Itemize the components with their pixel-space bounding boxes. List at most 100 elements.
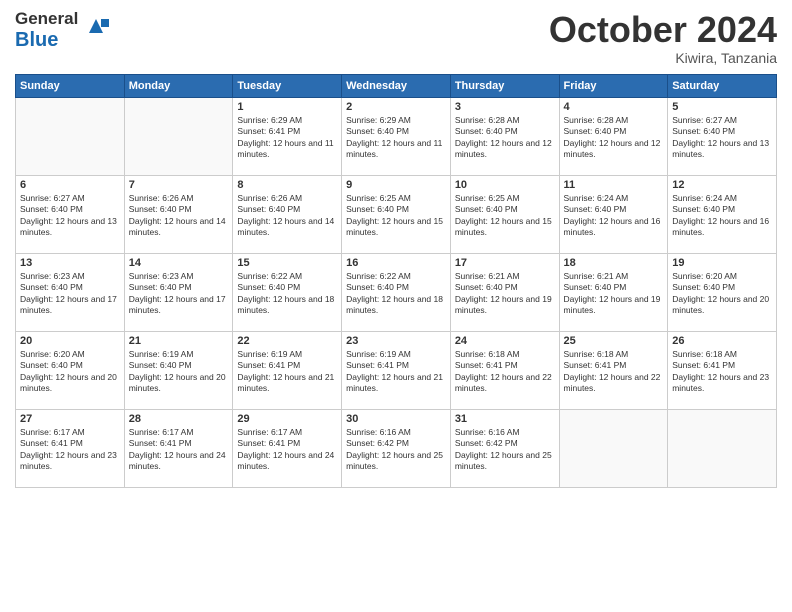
daylight-text: Daylight: 12 hours and 22 minutes. — [455, 372, 555, 395]
cell-w3-d6: 18 Sunrise: 6:21 AMSunset: 6:40 PMDayligh… — [559, 253, 668, 331]
sunrise-text: Sunrise: 6:18 AM — [672, 349, 772, 360]
sunset-text: Sunset: 6:41 PM — [20, 438, 120, 449]
sunset-text: Sunset: 6:40 PM — [672, 126, 772, 137]
sunrise-text: Sunrise: 6:22 AM — [346, 271, 446, 282]
day-info: Sunrise: 6:28 AMSunset: 6:40 PMDaylight:… — [455, 115, 555, 161]
col-monday: Monday — [124, 74, 233, 97]
cell-w4-d3: 22 Sunrise: 6:19 AMSunset: 6:41 PMDayligh… — [233, 331, 342, 409]
cell-w4-d6: 25Sunrise: 6:18 AMSunset: 6:41 PMDayligh… — [559, 331, 668, 409]
sunrise-text: Sunrise: 6:16 AM — [455, 427, 555, 438]
day-info: Sunrise: 6:20 AMSunset: 6:40 PMDaylight:… — [672, 271, 772, 317]
sunrise-text: Sunrise: 6:17 AM — [129, 427, 229, 438]
daylight-text: Daylight: 12 hours and 13 minutes. — [672, 138, 772, 161]
day-info: Sunrise: 6:29 AMSunset: 6:40 PMDaylight:… — [346, 115, 446, 161]
col-saturday: Saturday — [668, 74, 777, 97]
day-number: 9 — [346, 179, 446, 191]
day-number: 12 — [672, 179, 772, 191]
cell-w4-d2: 21Sunrise: 6:19 AMSunset: 6:40 PMDayligh… — [124, 331, 233, 409]
cell-w3-d4: 16Sunrise: 6:22 AMSunset: 6:40 PMDayligh… — [342, 253, 451, 331]
cell-w5-d3: 29Sunrise: 6:17 AMSunset: 6:41 PMDayligh… — [233, 409, 342, 487]
daylight-text: Daylight: 12 hours and 21 minutes. — [346, 372, 446, 395]
day-info: Sunrise: 6:18 AMSunset: 6:41 PMDaylight:… — [564, 349, 664, 395]
daylight-text: Daylight: 12 hours and 25 minutes. — [455, 450, 555, 473]
day-number: 8 — [237, 179, 337, 191]
day-info: Sunrise: 6:24 AMSunset: 6:40 PMDaylight:… — [672, 193, 772, 239]
sunrise-text: Sunrise: 6:25 AM — [346, 193, 446, 204]
day-number: 14 — [129, 257, 229, 269]
day-number: 28 — [129, 413, 229, 425]
sunset-text: Sunset: 6:41 PM — [346, 360, 446, 371]
col-sunday: Sunday — [16, 74, 125, 97]
week-row-3: 13Sunrise: 6:23 AMSunset: 6:40 PMDayligh… — [16, 253, 777, 331]
day-info: Sunrise: 6:17 AMSunset: 6:41 PMDaylight:… — [20, 427, 120, 473]
day-info: Sunrise: 6:22 AMSunset: 6:40 PMDaylight:… — [346, 271, 446, 317]
day-info: Sunrise: 6:23 AMSunset: 6:40 PMDaylight:… — [20, 271, 120, 317]
sunset-text: Sunset: 6:40 PM — [129, 204, 229, 215]
day-number: 18 — [564, 257, 664, 269]
cell-w2-d3: 8Sunrise: 6:26 AMSunset: 6:40 PMDaylight… — [233, 175, 342, 253]
day-number: 11 — [564, 179, 664, 191]
cell-w5-d2: 28Sunrise: 6:17 AMSunset: 6:41 PMDayligh… — [124, 409, 233, 487]
sunrise-text: Sunrise: 6:28 AM — [564, 115, 664, 126]
day-number: 24 — [455, 335, 555, 347]
cell-w1-d2 — [124, 97, 233, 175]
cell-w4-d5: 24Sunrise: 6:18 AMSunset: 6:41 PMDayligh… — [450, 331, 559, 409]
day-info: Sunrise: 6:18 AMSunset: 6:41 PMDaylight:… — [672, 349, 772, 395]
daylight-text: Daylight: 12 hours and 17 minutes. — [20, 294, 120, 317]
day-info: Sunrise: 6:25 AMSunset: 6:40 PMDaylight:… — [346, 193, 446, 239]
sunset-text: Sunset: 6:40 PM — [129, 360, 229, 371]
sunrise-text: Sunrise: 6:21 AM — [455, 271, 555, 282]
day-info: Sunrise: 6:25 AMSunset: 6:40 PMDaylight:… — [455, 193, 555, 239]
daylight-text: Daylight: 12 hours and 23 minutes. — [672, 372, 772, 395]
sunrise-text: Sunrise: 6:28 AM — [455, 115, 555, 126]
sunset-text: Sunset: 6:42 PM — [346, 438, 446, 449]
sunrise-text: Sunrise: 6:17 AM — [20, 427, 120, 438]
day-info: Sunrise: 6:27 AMSunset: 6:40 PMDaylight:… — [20, 193, 120, 239]
sunrise-text: Sunrise: 6:17 AM — [237, 427, 337, 438]
cell-w4-d4: 23 Sunrise: 6:19 AMSunset: 6:41 PMDayligh… — [342, 331, 451, 409]
month-title: October 2024 — [549, 10, 777, 50]
week-row-2: 6Sunrise: 6:27 AMSunset: 6:40 PMDaylight… — [16, 175, 777, 253]
day-number: 4 — [564, 101, 664, 113]
daylight-text: Daylight: 12 hours and 12 minutes. — [455, 138, 555, 161]
week-row-1: 1Sunrise: 6:29 AMSunset: 6:41 PMDaylight… — [16, 97, 777, 175]
col-wednesday: Wednesday — [342, 74, 451, 97]
day-info: Sunrise: 6:24 AMSunset: 6:40 PMDaylight:… — [564, 193, 664, 239]
day-info: Sunrise: 6:16 AMSunset: 6:42 PMDaylight:… — [346, 427, 446, 473]
sunset-text: Sunset: 6:40 PM — [20, 204, 120, 215]
sunset-text: Sunset: 6:41 PM — [672, 360, 772, 371]
day-number: 22 — [237, 335, 337, 347]
day-info: Sunrise: 6:19 AMSunset: 6:41 PMDaylight:… — [237, 349, 337, 395]
cell-w2-d5: 10Sunrise: 6:25 AMSunset: 6:40 PMDayligh… — [450, 175, 559, 253]
day-number: 23 — [346, 335, 446, 347]
day-number: 19 — [672, 257, 772, 269]
sunrise-text: Sunrise: 6:19 AM — [129, 349, 229, 360]
sunset-text: Sunset: 6:40 PM — [455, 282, 555, 293]
col-thursday: Thursday — [450, 74, 559, 97]
sunset-text: Sunset: 6:40 PM — [346, 126, 446, 137]
sunrise-text: Sunrise: 6:19 AM — [346, 349, 446, 360]
day-info: Sunrise: 6:21 AMSunset: 6:40 PMDaylight:… — [564, 271, 664, 317]
cell-w2-d4: 9 Sunrise: 6:25 AMSunset: 6:40 PMDaylight… — [342, 175, 451, 253]
cell-w5-d1: 27Sunrise: 6:17 AMSunset: 6:41 PMDayligh… — [16, 409, 125, 487]
day-info: Sunrise: 6:27 AMSunset: 6:40 PMDaylight:… — [672, 115, 772, 161]
sunrise-text: Sunrise: 6:19 AM — [237, 349, 337, 360]
col-friday: Friday — [559, 74, 668, 97]
sunset-text: Sunset: 6:41 PM — [237, 438, 337, 449]
day-number: 7 — [129, 179, 229, 191]
cell-w5-d5: 31Sunrise: 6:16 AMSunset: 6:42 PMDayligh… — [450, 409, 559, 487]
sunrise-text: Sunrise: 6:16 AM — [346, 427, 446, 438]
calendar-table: Sunday Monday Tuesday Wednesday Thursday… — [15, 74, 777, 488]
day-info: Sunrise: 6:19 AMSunset: 6:41 PMDaylight:… — [346, 349, 446, 395]
logo-blue: Blue — [15, 29, 58, 51]
sunrise-text: Sunrise: 6:18 AM — [564, 349, 664, 360]
cell-w3-d1: 13Sunrise: 6:23 AMSunset: 6:40 PMDayligh… — [16, 253, 125, 331]
day-number: 20 — [20, 335, 120, 347]
daylight-text: Daylight: 12 hours and 17 minutes. — [129, 294, 229, 317]
cell-w1-d3: 1Sunrise: 6:29 AMSunset: 6:41 PMDaylight… — [233, 97, 342, 175]
logo-area: General Blue — [15, 10, 111, 51]
cell-w3-d2: 14Sunrise: 6:23 AMSunset: 6:40 PMDayligh… — [124, 253, 233, 331]
sunset-text: Sunset: 6:40 PM — [20, 282, 120, 293]
sunset-text: Sunset: 6:40 PM — [237, 204, 337, 215]
day-number: 31 — [455, 413, 555, 425]
